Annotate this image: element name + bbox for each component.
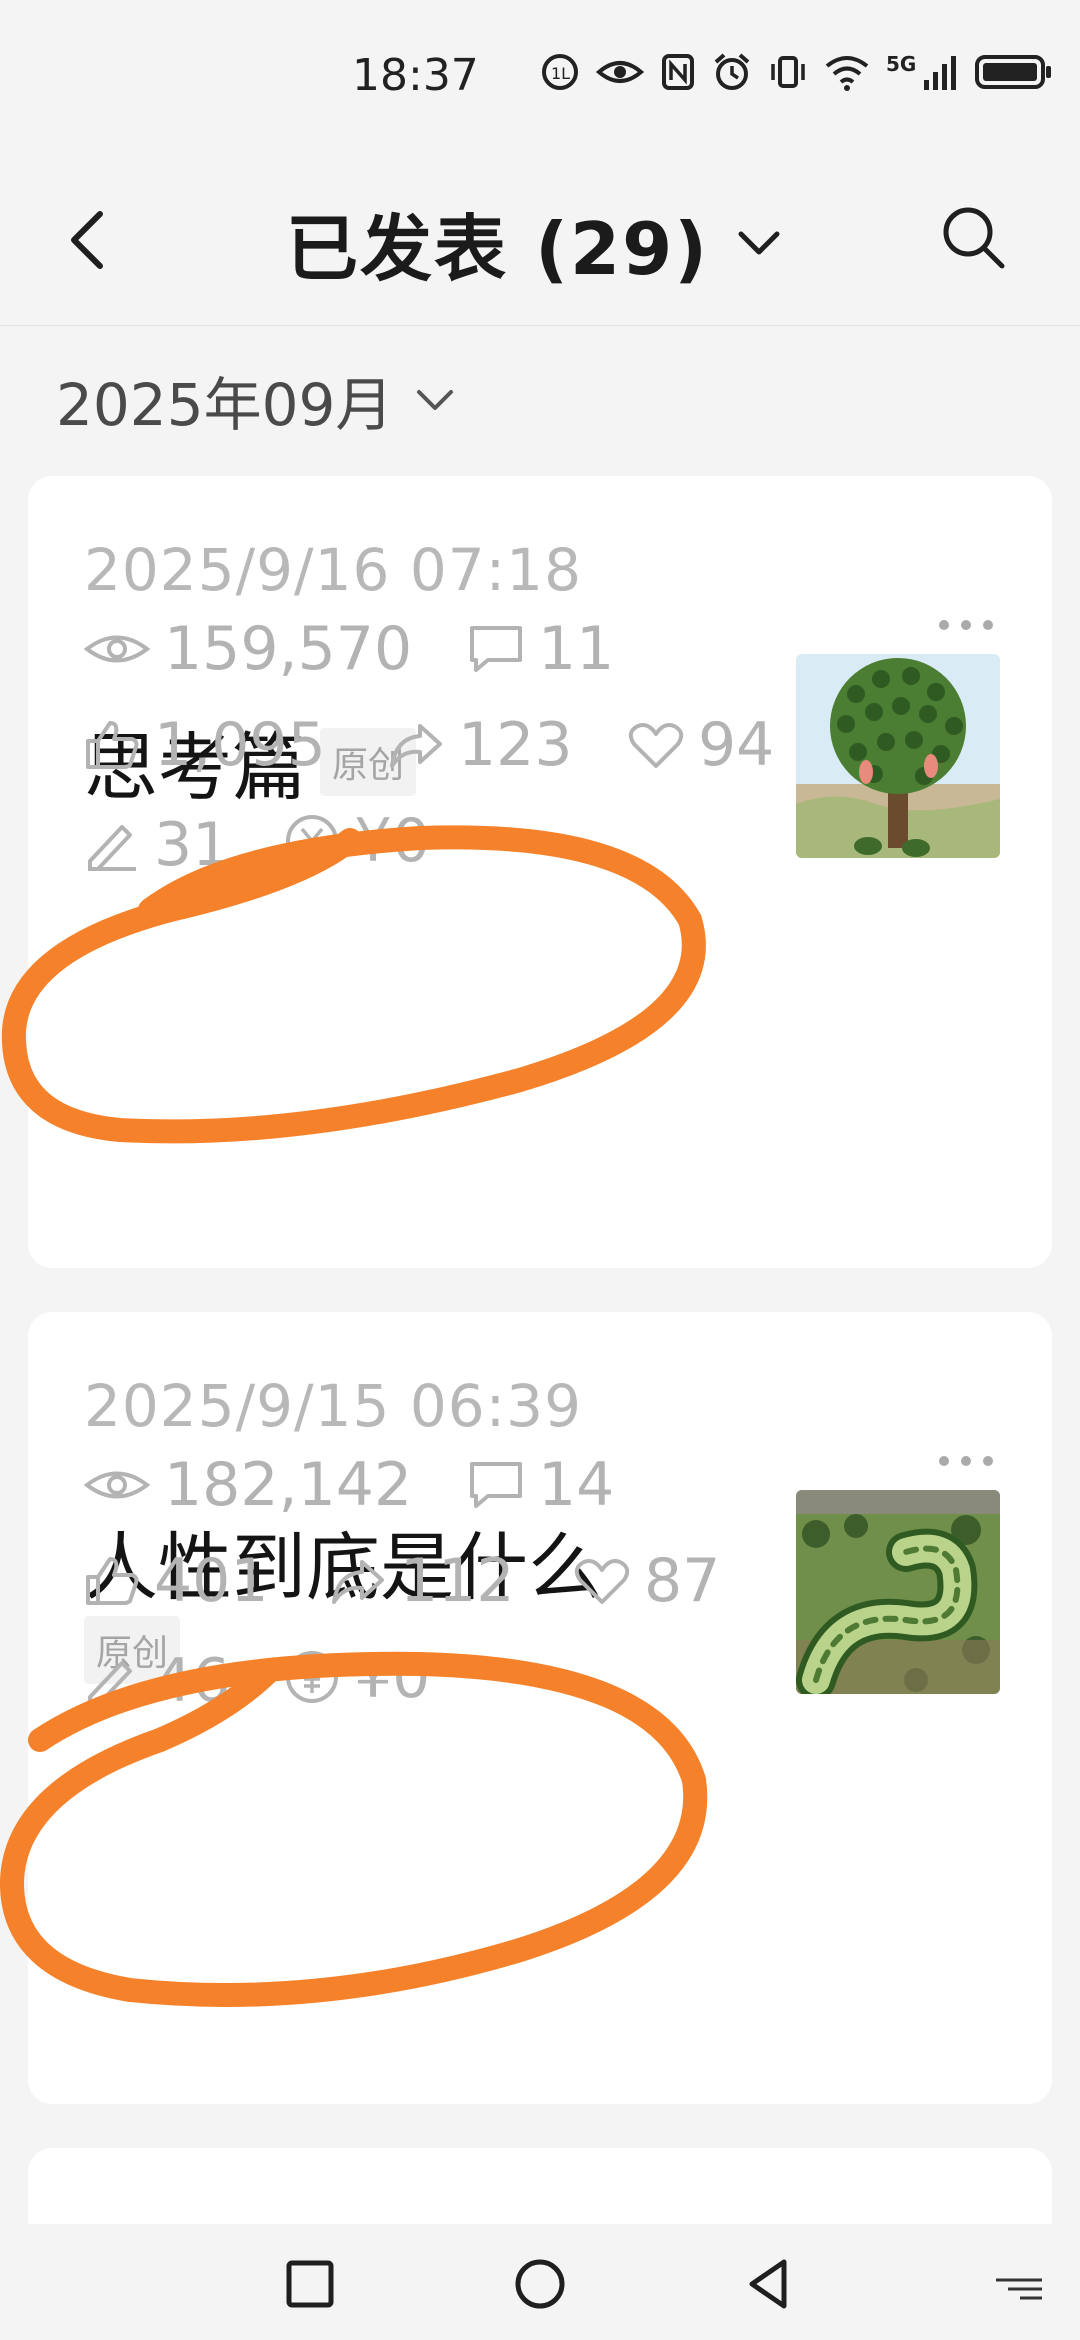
network-type-label: 5G: [886, 52, 917, 76]
article-card[interactable]: 2025/9/16 07:18 思考篇 原创 159,570 11 1,095 …: [28, 476, 1052, 1268]
likes-count: 401: [154, 1546, 269, 1616]
edits-stat: 31: [84, 810, 230, 880]
favorites-count: 94: [698, 710, 775, 780]
comments-count: 14: [538, 1450, 615, 1520]
earnings-amount: ¥0: [354, 1642, 431, 1712]
month-filter-label: 2025年09月: [56, 371, 394, 439]
edits-stat: 46: [84, 1646, 230, 1716]
views-stat: 159,570: [84, 614, 412, 684]
eye-icon: [84, 1471, 150, 1499]
comment-icon: [470, 626, 522, 672]
comments-count: 11: [538, 614, 615, 684]
favorites-stat: 94: [628, 710, 774, 780]
article-date: 2025/9/15 06:39: [84, 1372, 582, 1440]
status-bar: 18:37 1L 5G: [0, 0, 1080, 150]
edits-count: 46: [154, 1646, 231, 1716]
article-thumbnail: [796, 1490, 1000, 1694]
svg-text:1L: 1L: [551, 64, 570, 83]
heart-icon: [574, 1559, 630, 1604]
comment-icon: [470, 1462, 522, 1508]
header: 已发表 (29): [0, 150, 1080, 326]
favorites-count: 87: [644, 1546, 721, 1616]
thumb-up-icon: [86, 721, 139, 769]
pen-icon: [88, 1661, 136, 1707]
shares-count: 123: [458, 710, 573, 780]
home-button-icon[interactable]: [510, 2254, 570, 2314]
eye-icon: [84, 635, 150, 663]
search-icon[interactable]: [938, 202, 1008, 272]
recents-button-icon[interactable]: [280, 2254, 340, 2314]
yuan-coin-icon: [286, 1651, 338, 1703]
back-button-icon[interactable]: [740, 2254, 800, 2314]
share-arrow-icon: [332, 1560, 384, 1604]
earnings-amount: ¥0: [354, 806, 431, 876]
status-icons: 1L 5G: [540, 52, 1054, 92]
likes-count: 1,095: [154, 710, 326, 780]
system-nav-bar: [0, 2224, 1080, 2340]
comments-stat: 11: [468, 614, 614, 684]
pen-icon: [88, 825, 136, 871]
views-count: 182,142: [164, 1450, 413, 1520]
gesture-handle-icon: [996, 2278, 1042, 2300]
share-arrow-icon: [390, 724, 442, 768]
back-arrow-icon[interactable]: [60, 200, 120, 280]
wifi-icon: [825, 56, 869, 91]
nfc-icon: [662, 54, 694, 90]
battery-icon: [975, 55, 1052, 89]
eye-icon: [596, 61, 644, 83]
edits-count: 31: [154, 810, 231, 880]
hd-call-icon: 1L: [542, 54, 578, 90]
page-title: 已发表 (29): [286, 207, 710, 291]
shares-stat: 123: [388, 710, 573, 780]
comments-stat: 14: [468, 1450, 614, 1520]
shares-stat: 112: [330, 1546, 515, 1616]
favorites-stat: 87: [574, 1546, 720, 1616]
alarm-icon: [714, 53, 750, 90]
earnings-stat: ¥0: [284, 1642, 430, 1712]
signal-icon: [924, 56, 957, 90]
chevron-down-icon: [738, 231, 780, 254]
likes-stat: 401: [84, 1546, 269, 1616]
status-time: 18:37: [352, 50, 479, 101]
article-date: 2025/9/16 07:18: [84, 536, 582, 604]
thumb-up-icon: [86, 1557, 139, 1605]
earnings-stat: ¥0: [284, 806, 430, 876]
views-count: 159,570: [164, 614, 413, 684]
shares-count: 112: [400, 1546, 515, 1616]
views-stat: 182,142: [84, 1450, 412, 1520]
month-filter[interactable]: 2025年09月: [56, 358, 455, 442]
likes-stat: 1,095: [84, 710, 326, 780]
more-options-icon[interactable]: [936, 610, 996, 640]
heart-icon: [628, 723, 684, 768]
article-thumbnail: [796, 654, 1000, 858]
chevron-down-icon: [417, 390, 454, 410]
article-card[interactable]: 2025/9/15 06:39 人性到底是什么 原创 182,142 14 40…: [28, 1312, 1052, 2104]
yuan-coin-icon: [286, 815, 338, 867]
vibrate-icon: [771, 56, 805, 88]
more-options-icon[interactable]: [936, 1446, 996, 1476]
title-dropdown[interactable]: 已发表 (29): [286, 190, 781, 295]
